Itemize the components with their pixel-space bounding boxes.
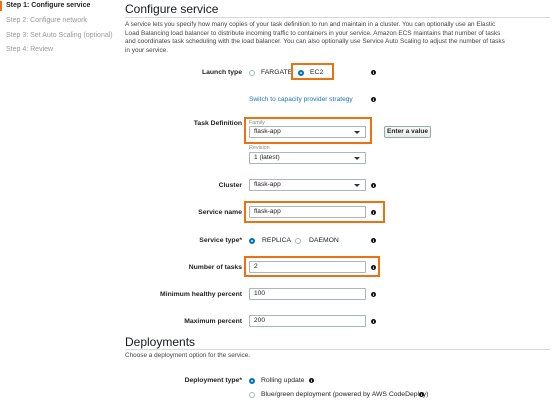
ec2-radio[interactable] — [298, 70, 304, 76]
step-configure-network[interactable]: Step 2: Configure network — [6, 17, 87, 24]
step-auto-scaling[interactable]: Step 3: Set Auto Scaling (optional) — [6, 32, 113, 39]
replica-radio[interactable] — [249, 238, 255, 244]
number-of-tasks-info-icon[interactable]: i — [371, 265, 376, 270]
cluster-info-icon[interactable]: i — [371, 183, 376, 188]
revision-value: 1 (latest) — [254, 154, 280, 161]
max-percent-info-icon[interactable]: i — [371, 319, 376, 324]
cluster-select[interactable]: flask-app — [249, 179, 366, 191]
max-percent-input[interactable]: 200 — [249, 315, 366, 327]
chevron-down-icon — [354, 184, 360, 187]
section-description: A service lets you specify how many copi… — [125, 21, 505, 54]
revision-select[interactable]: 1 (latest) — [249, 152, 366, 164]
daemon-radio[interactable] — [295, 238, 301, 244]
blue-green-radio[interactable] — [249, 392, 255, 398]
cluster-label: Cluster — [218, 182, 242, 189]
chevron-down-icon — [354, 157, 360, 160]
enter-value-button[interactable]: Enter a value — [384, 126, 431, 138]
rolling-update-radio[interactable] — [249, 378, 255, 384]
task-definition-label: Task Definition — [193, 120, 242, 127]
title-divider — [125, 17, 550, 18]
deployment-type-label: Deployment type* — [184, 377, 242, 384]
service-name-input[interactable]: flask-app — [249, 206, 366, 218]
launch-type-label: Launch type — [201, 69, 242, 76]
ec2-label[interactable]: EC2 — [310, 69, 323, 76]
service-type-info-icon[interactable]: i — [371, 238, 376, 243]
service-type-label: Service type* — [199, 237, 242, 244]
fargate-label[interactable]: FARGATE — [261, 69, 292, 76]
fargate-radio[interactable] — [249, 70, 255, 76]
wizard-steps: Step 1: Configure service Step 2: Config… — [0, 0, 113, 404]
active-step-indicator — [0, 1, 2, 11]
deployments-title: Deployments — [125, 335, 196, 349]
deployments-divider — [125, 349, 550, 350]
number-of-tasks-input[interactable]: 2 — [249, 261, 366, 273]
capacity-provider-info-icon[interactable]: i — [371, 97, 376, 102]
service-name-label: Service name — [198, 209, 242, 216]
blue-green-info-icon[interactable]: i — [419, 392, 424, 397]
min-healthy-input[interactable]: 100 — [249, 288, 366, 300]
max-percent-label: Maximum percent — [184, 318, 242, 325]
cluster-value: flask-app — [254, 181, 281, 188]
capacity-provider-link[interactable]: Switch to capacity provider strategy — [249, 96, 353, 103]
service-name-info-icon[interactable]: i — [371, 210, 376, 215]
step-review[interactable]: Step 4: Review — [6, 46, 53, 53]
step-configure-service[interactable]: Step 1: Configure service — [6, 2, 90, 9]
daemon-label[interactable]: DAEMON — [309, 237, 339, 244]
launch-type-info-icon[interactable]: i — [371, 70, 376, 75]
family-value: flask-app — [254, 128, 281, 135]
blue-green-label[interactable]: Blue/green deployment (powered by AWS Co… — [261, 391, 429, 398]
page-title: Configure service — [125, 2, 219, 16]
min-healthy-label: Minimum healthy percent — [160, 291, 242, 298]
revision-label: Revision — [249, 145, 270, 151]
deployment-type-info-icon[interactable]: i — [309, 378, 314, 383]
replica-label[interactable]: REPLICA — [262, 237, 291, 244]
number-of-tasks-label: Number of tasks — [188, 264, 242, 271]
chevron-down-icon — [354, 131, 360, 134]
min-healthy-info-icon[interactable]: i — [371, 292, 376, 297]
family-select[interactable]: flask-app — [249, 126, 366, 138]
rolling-update-label[interactable]: Rolling update — [261, 377, 304, 384]
deployments-description: Choose a deployment option for the servi… — [125, 352, 251, 359]
